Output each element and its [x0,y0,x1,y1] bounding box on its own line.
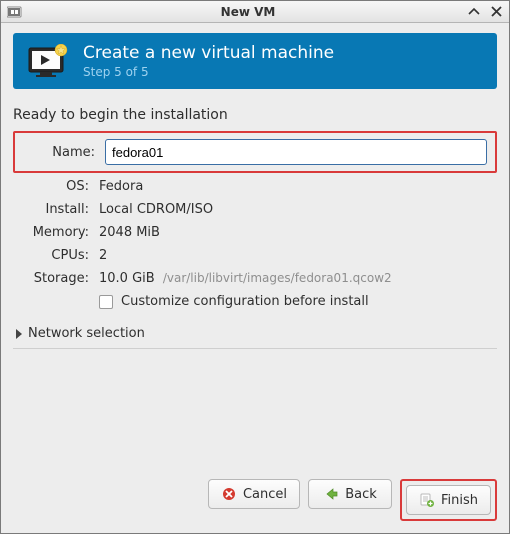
titlebar: New VM [1,1,509,23]
memory-label: Memory: [17,225,89,240]
new-vm-window: New VM [0,0,510,534]
name-label: Name: [23,145,95,160]
name-highlight: Name: [13,131,497,173]
finish-button[interactable]: Finish [406,485,491,515]
storage-size: 10.0 GiB [99,271,155,286]
finish-label: Finish [441,493,478,508]
vm-name-input[interactable] [105,139,487,165]
separator [13,348,497,349]
install-value: Local CDROM/ISO [99,202,493,217]
install-label: Install: [17,202,89,217]
cancel-button[interactable]: Cancel [208,479,300,509]
network-expander[interactable]: Network selection [13,321,497,346]
cpus-label: CPUs: [17,248,89,263]
wizard-banner: Create a new virtual machine Step 5 of 5 [13,33,497,89]
network-expander-label: Network selection [28,326,145,341]
window-title: New VM [29,5,467,19]
ready-label: Ready to begin the installation [13,107,497,123]
caret-right-icon [16,329,22,339]
banner-subtitle: Step 5 of 5 [83,65,334,79]
banner-title: Create a new virtual machine [83,43,334,63]
storage-path: /var/lib/libvirt/images/fedora01.qcow2 [163,271,392,285]
cpus-value: 2 [99,248,493,263]
customize-row: Customize configuration before install [17,294,493,309]
cancel-icon [221,486,237,502]
close-button[interactable] [489,5,503,19]
window-buttons [467,5,503,19]
os-value: Fedora [99,179,493,194]
storage-label: Storage: [17,271,89,286]
customize-label[interactable]: Customize configuration before install [121,294,369,309]
rollup-button[interactable] [467,5,481,19]
monitor-new-icon [27,44,69,78]
storage-value: 10.0 GiB /var/lib/libvirt/images/fedora0… [99,271,493,286]
wizard-content: Create a new virtual machine Step 5 of 5… [1,23,509,533]
finish-highlight: Finish [400,479,497,521]
os-label: OS: [17,179,89,194]
back-arrow-icon [323,486,339,502]
back-button[interactable]: Back [308,479,392,509]
summary-grid: OS: Fedora Install: Local CDROM/ISO Memo… [17,179,493,286]
memory-value: 2048 MiB [99,225,493,240]
back-label: Back [345,487,377,502]
customize-checkbox[interactable] [99,295,113,309]
button-bar: Cancel Back [13,469,497,521]
finish-icon [419,492,435,508]
cancel-label: Cancel [243,487,287,502]
virt-manager-icon [7,5,23,19]
